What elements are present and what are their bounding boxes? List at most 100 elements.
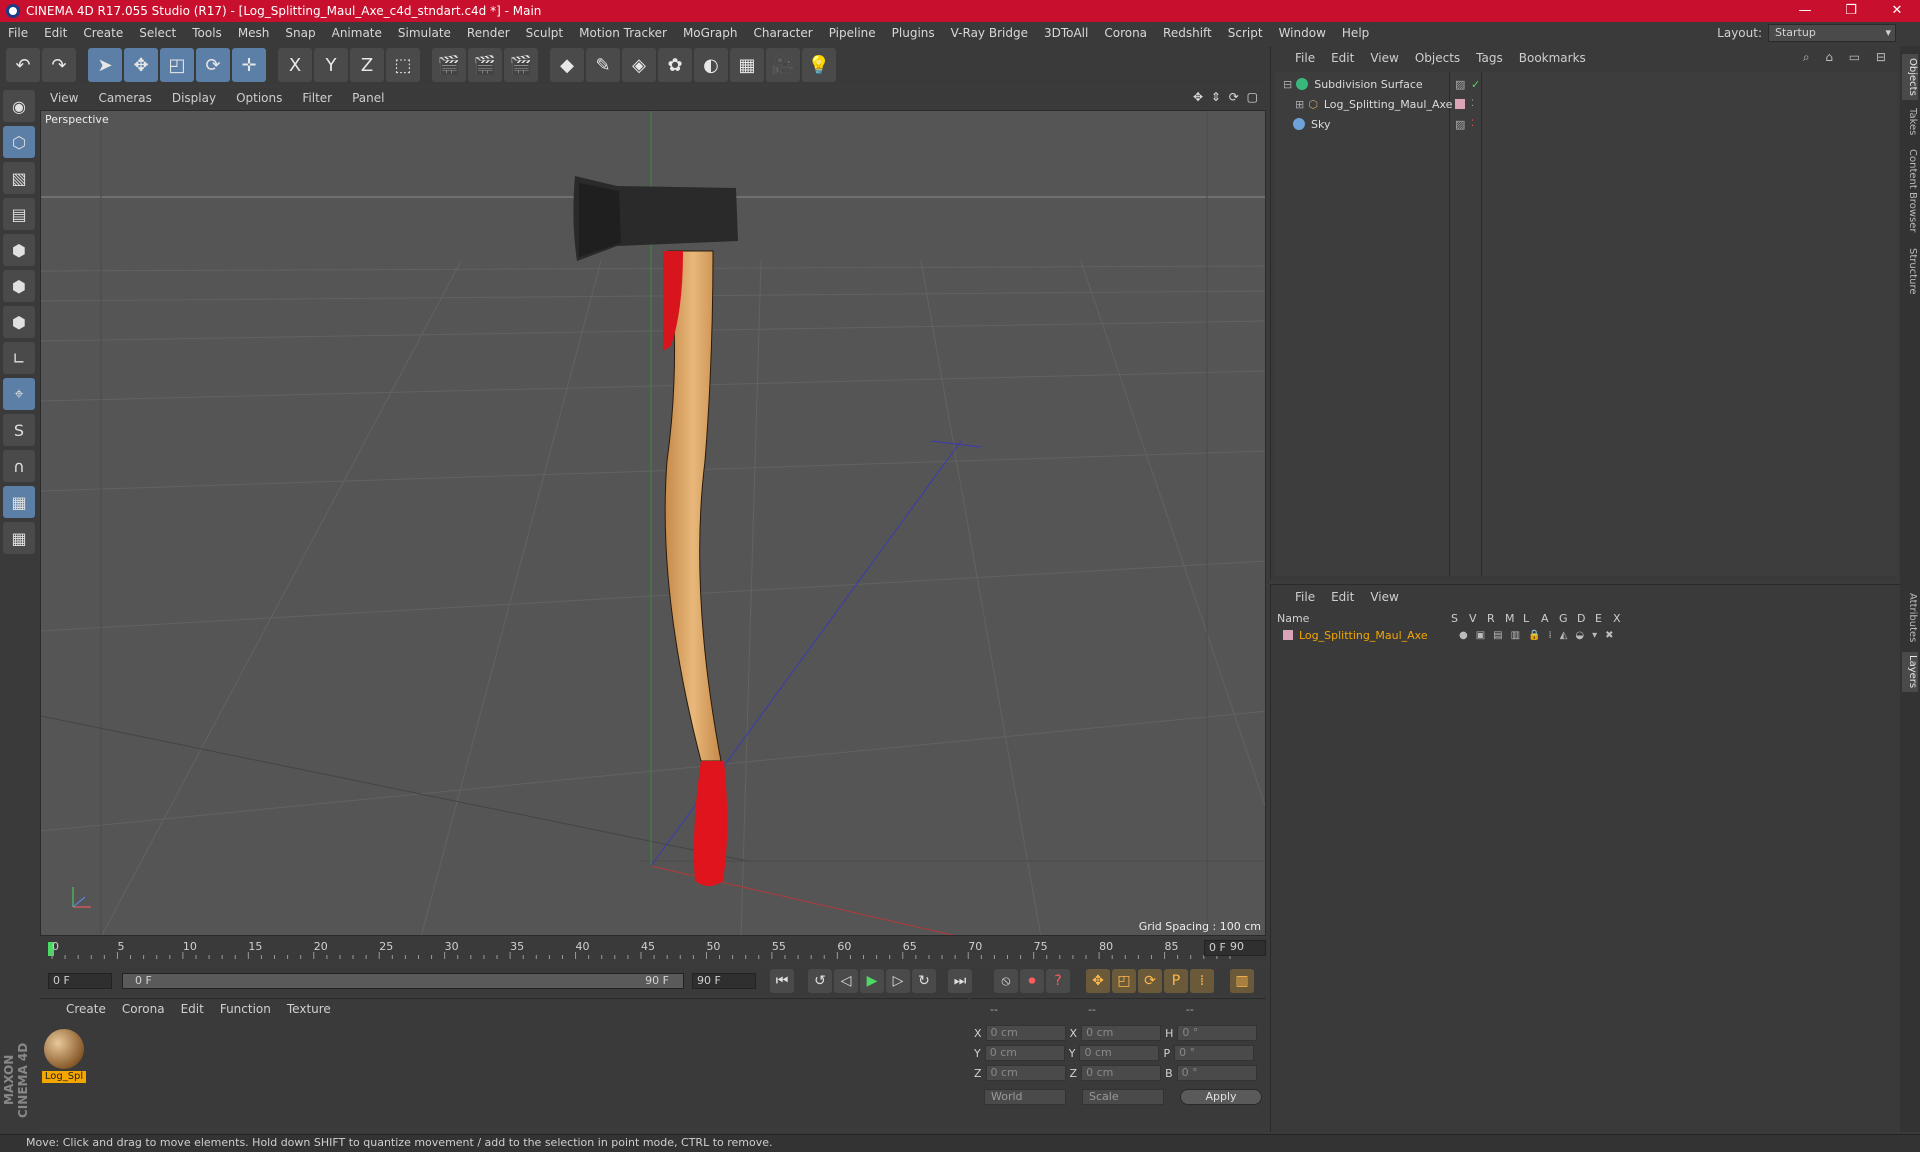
material-menu-corona[interactable]: Corona xyxy=(114,1002,173,1016)
record-keys-disabled-icon[interactable]: ⦸ xyxy=(994,969,1018,993)
lm-menu-view[interactable]: View xyxy=(1362,590,1406,604)
scale-icon[interactable]: ◰ xyxy=(160,48,194,82)
visibility-toggle-icon[interactable]: ▨ xyxy=(1455,78,1465,91)
object-row-subdivision[interactable]: ⊟ Subdivision Surface ▨ ✓ xyxy=(1275,74,1897,94)
timeline-window-icon[interactable]: ▥ xyxy=(1230,969,1254,993)
viewport-menu-options[interactable]: Options xyxy=(226,91,292,105)
size-z-field[interactable]: 0 cm xyxy=(1081,1065,1162,1081)
undo-icon[interactable]: ↶ xyxy=(6,48,40,82)
polygons-mode-icon[interactable]: ⬢ xyxy=(3,306,35,338)
z-axis-icon[interactable]: Z xyxy=(350,48,384,82)
menu-help[interactable]: Help xyxy=(1334,26,1377,40)
material-menu-function[interactable]: Function xyxy=(212,1002,279,1016)
menu-tools[interactable]: Tools xyxy=(184,26,230,40)
om-menu-tags[interactable]: Tags xyxy=(1468,51,1511,65)
visibility-dots-icon[interactable]: ⁚ xyxy=(1471,99,1474,109)
tab-structure[interactable]: Structure xyxy=(1902,246,1918,296)
object-row-axe[interactable]: ⊞ ⬡ Log_Splitting_Maul_Axe ⁚ xyxy=(1275,94,1897,114)
size-mode-dropdown[interactable]: Scale xyxy=(1082,1089,1164,1105)
enabled-check-icon[interactable]: ✓ xyxy=(1471,78,1480,91)
menu-render[interactable]: Render xyxy=(459,26,518,40)
rotation-b-field[interactable]: 0 ° xyxy=(1176,1065,1257,1081)
size-x-field[interactable]: 0 cm xyxy=(1081,1025,1162,1041)
axe-model[interactable] xyxy=(573,176,738,886)
tweak-icon[interactable]: ⌖ xyxy=(3,378,35,410)
menu-sculpt[interactable]: Sculpt xyxy=(518,26,571,40)
collapse-icon[interactable]: ⊟ xyxy=(1283,78,1292,91)
menu-plugins[interactable]: Plugins xyxy=(884,26,943,40)
layer-color-icon[interactable] xyxy=(1455,99,1465,109)
om-menu-objects[interactable]: Objects xyxy=(1407,51,1468,65)
redo-icon[interactable]: ↷ xyxy=(42,48,76,82)
size-y-field[interactable]: 0 cm xyxy=(1079,1045,1160,1061)
pen-spline-icon[interactable]: ✎ xyxy=(586,48,620,82)
snap-icon[interactable]: S xyxy=(3,414,35,446)
cube-icon[interactable]: ◆ xyxy=(550,48,584,82)
model-mode-icon[interactable]: ◉ xyxy=(3,90,35,122)
om-menu-bookmarks[interactable]: Bookmarks xyxy=(1511,51,1594,65)
previous-keyframe-icon[interactable]: ↺ xyxy=(808,969,832,993)
om-menu-file[interactable]: File xyxy=(1287,51,1323,65)
texture-mode-icon[interactable]: ▧ xyxy=(3,162,35,194)
layer-color-swatch[interactable] xyxy=(1283,630,1293,640)
viewport-menu-filter[interactable]: Filter xyxy=(292,91,342,105)
material-menu-edit[interactable]: Edit xyxy=(173,1002,212,1016)
key-parameter-icon[interactable]: P xyxy=(1164,969,1188,993)
play-icon[interactable]: ▶ xyxy=(860,969,884,993)
lm-menu-edit[interactable]: Edit xyxy=(1323,590,1362,604)
viewport-navigation-icons[interactable]: ✥ ⇕ ⟳ ▢ xyxy=(1193,90,1260,104)
deformer-icon[interactable]: ◐ xyxy=(694,48,728,82)
key-position-icon[interactable]: ✥ xyxy=(1086,969,1110,993)
lm-menu-file[interactable]: File xyxy=(1287,590,1323,604)
om-search-home-icons[interactable]: ⌕ ⌂ ▭ ⊟ xyxy=(1803,50,1892,65)
menu-corona[interactable]: Corona xyxy=(1096,26,1155,40)
floor-icon[interactable]: ▦ xyxy=(730,48,764,82)
viewport-menu-display[interactable]: Display xyxy=(162,91,226,105)
key-pla-icon[interactable]: ⁞ xyxy=(1190,969,1214,993)
start-frame-field[interactable]: 0 F xyxy=(48,973,112,989)
menu-motion-tracker[interactable]: Motion Tracker xyxy=(571,26,675,40)
grid-snap-icon[interactable]: ▦ xyxy=(3,522,35,554)
menu-simulate[interactable]: Simulate xyxy=(390,26,459,40)
select-arrow-icon[interactable]: ➤ xyxy=(88,48,122,82)
lock-grid-icon[interactable]: ▦ xyxy=(3,486,35,518)
menu-3dtoall[interactable]: 3DToAll xyxy=(1036,26,1096,40)
move-icon[interactable]: ✥ xyxy=(124,48,158,82)
om-menu-view[interactable]: View xyxy=(1362,51,1406,65)
key-rotation-icon[interactable]: ⟳ xyxy=(1138,969,1162,993)
rotation-p-field[interactable]: 0 ° xyxy=(1174,1045,1255,1061)
om-menu-edit[interactable]: Edit xyxy=(1323,51,1362,65)
transform-icon[interactable]: ✛ xyxy=(232,48,266,82)
coordinate-system-icon[interactable]: ⬚ xyxy=(386,48,420,82)
go-to-end-icon[interactable]: ⏭ xyxy=(948,969,972,993)
material-swatch[interactable]: Log_Spl xyxy=(42,1027,86,1083)
subdivision-icon[interactable]: ◈ xyxy=(622,48,656,82)
menu-vray-bridge[interactable]: V-Ray Bridge xyxy=(943,26,1036,40)
position-z-field[interactable]: 0 cm xyxy=(985,1065,1066,1081)
render-settings-icon[interactable]: 🎬 xyxy=(504,48,538,82)
close-button[interactable]: ✕ xyxy=(1874,0,1920,22)
viewport-menu-view[interactable]: View xyxy=(40,91,88,105)
rotation-h-field[interactable]: 0 ° xyxy=(1177,1025,1258,1041)
rotate-icon[interactable]: ⟳ xyxy=(196,48,230,82)
visibility-dots-icon[interactable]: ⁚ xyxy=(1471,119,1474,129)
position-y-field[interactable]: 0 cm xyxy=(984,1045,1065,1061)
go-to-start-icon[interactable]: ⏮ xyxy=(770,969,794,993)
render-picture-viewer-icon[interactable]: 🎬 xyxy=(468,48,502,82)
maximize-button[interactable]: ❐ xyxy=(1828,0,1874,22)
next-frame-icon[interactable]: ▷ xyxy=(886,969,910,993)
menu-window[interactable]: Window xyxy=(1271,26,1334,40)
menu-edit[interactable]: Edit xyxy=(36,26,75,40)
3d-viewport[interactable]: Perspective Grid Spacing : 100 cm xyxy=(40,110,1266,936)
menu-snap[interactable]: Snap xyxy=(277,26,323,40)
frame-range-slider[interactable]: 0 F 90 F xyxy=(122,973,684,989)
tab-layers[interactable]: Layers xyxy=(1902,652,1918,692)
light-icon[interactable]: 💡 xyxy=(802,48,836,82)
minimize-button[interactable]: — xyxy=(1782,0,1828,22)
render-view-icon[interactable]: 🎬 xyxy=(432,48,466,82)
viewport-menu-cameras[interactable]: Cameras xyxy=(88,91,161,105)
menu-pipeline[interactable]: Pipeline xyxy=(821,26,884,40)
menu-select[interactable]: Select xyxy=(131,26,184,40)
tab-attributes[interactable]: Attributes xyxy=(1902,590,1918,646)
points-mode-icon[interactable]: ⬢ xyxy=(3,234,35,266)
